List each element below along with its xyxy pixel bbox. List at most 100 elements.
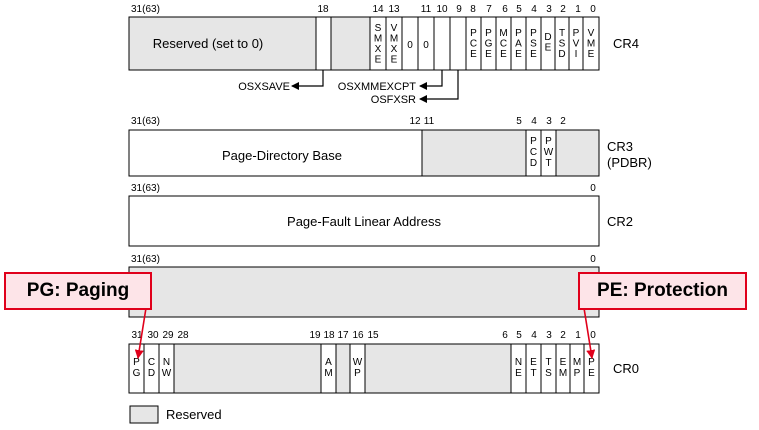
cr4-field-pae-letter: P [515,28,522,39]
cr4-bit-31-label: 31(63) [131,4,160,15]
cr3-base-label: Page-Directory Base [222,148,342,163]
cr4-field-pce-letter: P [470,28,477,39]
cr0-field-em-letter: E [560,357,567,368]
cr0-reserved-15-6 [364,343,512,394]
osfxsr-pointer [419,70,459,103]
cr0-bit-30-label: 30 [147,330,159,341]
cr4-field-de-letter: E [545,43,552,54]
cr1-bit-0-label: 0 [590,254,596,265]
cr4-field-pvi-letter: I [575,49,578,60]
cr4-field-tsd-letter: T [559,28,565,39]
cr4-field-vme-letter: E [588,49,595,60]
cr4-bit-0-label: 0 [590,4,596,15]
cr4-register: 31(63) 18 14 13 11 10 9 8 7 6 5 4 3 2 1 0Reserved (set … [128,4,639,106]
cr4-bit-5-label: 5 [516,4,522,15]
cr3-bit-12-label: 12 [409,116,421,127]
cr0-bit-0-label: 0 [590,330,596,341]
cr0-bit-4-label: 4 [531,330,537,341]
cr3-field-pwt-letter: W [544,147,554,158]
cr4-bit-4-label: 4 [531,4,537,15]
cr3-field-pcd-letter: P [530,136,537,147]
cr4-field-smxe-letter: S [375,23,382,34]
cr2-bit-0-label: 0 [590,183,596,194]
cr4-bit-1-label: 1 [575,4,581,15]
cr0-field-ts-letter: S [545,368,552,379]
cr4-field-mce-letter: E [500,49,507,60]
cr4-reserved-label: Reserved (set to 0) [153,36,264,51]
cr0-field-ne-letter: N [515,357,522,368]
cr4-field-pse-letter: E [530,49,537,60]
cr0-field-wp-letter: W [353,357,363,368]
cr0-field-am-letter: M [324,368,332,379]
cr4-field-vmxe-letter: M [390,34,398,45]
cr1-bit-31-label: 31(63) [131,254,160,265]
cr4-field-pge-letter: P [485,28,492,39]
pg-callout-text: PG: Paging [26,280,130,301]
cr3-field-pcd-letter: D [530,158,537,169]
cr3-field-pwt-letter: P [545,136,552,147]
cr2-field-label: Page-Fault Linear Address [287,214,441,229]
cr4-field-de-letter: D [544,32,551,43]
cr4-field-vme-letter: V [588,28,595,39]
cr0-field-nw-letter: W [162,368,172,379]
cr3-reserved-low [555,129,600,177]
cr3-reserved-mid [421,129,527,177]
cr4-field-smxe-letter: X [375,44,382,55]
cr2-register-name: CR2 [607,214,633,229]
cr4-field-zero11-letter: 0 [423,40,429,51]
cr0-field-pe-letter: P [588,357,595,368]
cr4-field-vmxe-letter: E [391,55,398,66]
cr0-bit-2-label: 2 [560,330,566,341]
cr4-bit-2-label: 2 [560,4,566,15]
legend-reserved-swatch [129,405,159,424]
cr3-bit-4-label: 4 [531,116,537,127]
cr4-bit-13-label: 13 [388,4,400,15]
cr4-field-vmxe-letter: V [391,23,398,34]
cr3-field-pcd-letter: C [530,147,537,158]
pg-paging-callout: PG: Paging [4,272,152,310]
cr0-register-name: CR0 [613,361,639,376]
legend-reserved-label: Reserved [166,407,222,422]
cr0-field-mp-letter: P [574,368,581,379]
cr4-bit-cell [449,16,467,71]
osxsave-label: OSXSAVE [238,81,290,93]
cr4-field-pae-letter: A [515,39,522,50]
cr4-field-pvi-letter: P [573,28,580,39]
cr0-field-ne-letter: E [515,368,522,379]
legend: Reserved [129,405,222,424]
cr4-field-pvi-letter: V [573,39,580,50]
pe-callout-text: PE: Protection [597,280,728,301]
cr4-reserved-gap [330,16,371,71]
cr0-field-pe-letter: E [588,368,595,379]
cr0-field-mp-letter: M [573,357,581,368]
cr4-field-smxe-letter: M [374,34,382,45]
cr0-field-et-letter: E [530,357,537,368]
cr4-field-pce-letter: C [470,39,477,50]
cr0-bit-17-label: 17 [337,330,349,341]
cr4-field-pse-letter: P [530,28,537,39]
cr4-field-pge-letter: G [485,39,493,50]
cr0-bit-16-label: 16 [352,330,364,341]
cr0-field-ts-letter: T [545,357,551,368]
cr4-bit-11-label: 11 [421,4,432,15]
cr0-field-wp-letter: P [354,368,361,379]
cr2-bit-31-label: 31(63) [131,183,160,194]
cr0-bit-3-label: 3 [546,330,552,341]
cr0-reserved-28-19 [173,343,322,394]
cr3-field-pwt-letter: T [545,158,551,169]
cr4-field-vmxe-letter: X [391,44,398,55]
cr0-field-cd-letter: D [148,368,155,379]
cr3-bit-5-label: 5 [516,116,522,127]
pe-protection-callout: PE: Protection [578,272,747,310]
cr4-bit-8-label: 8 [470,4,476,15]
cr4-bit-cell [433,16,451,71]
cr4-field-osxsave [315,16,332,71]
cr0-field-am-letter: A [325,357,332,368]
cr3-bit-3-label: 3 [546,116,552,127]
cr4-field-mce-letter: C [500,39,507,50]
cr4-field-mce-letter: M [499,28,507,39]
cr3-bit-2-label: 2 [560,116,566,127]
cr0-bit-28-label: 28 [177,330,189,341]
cr2-register: 31(63) 0 Page-Fault Linear Address CR2 [128,183,633,247]
cr0-bit-15-label: 15 [367,330,379,341]
